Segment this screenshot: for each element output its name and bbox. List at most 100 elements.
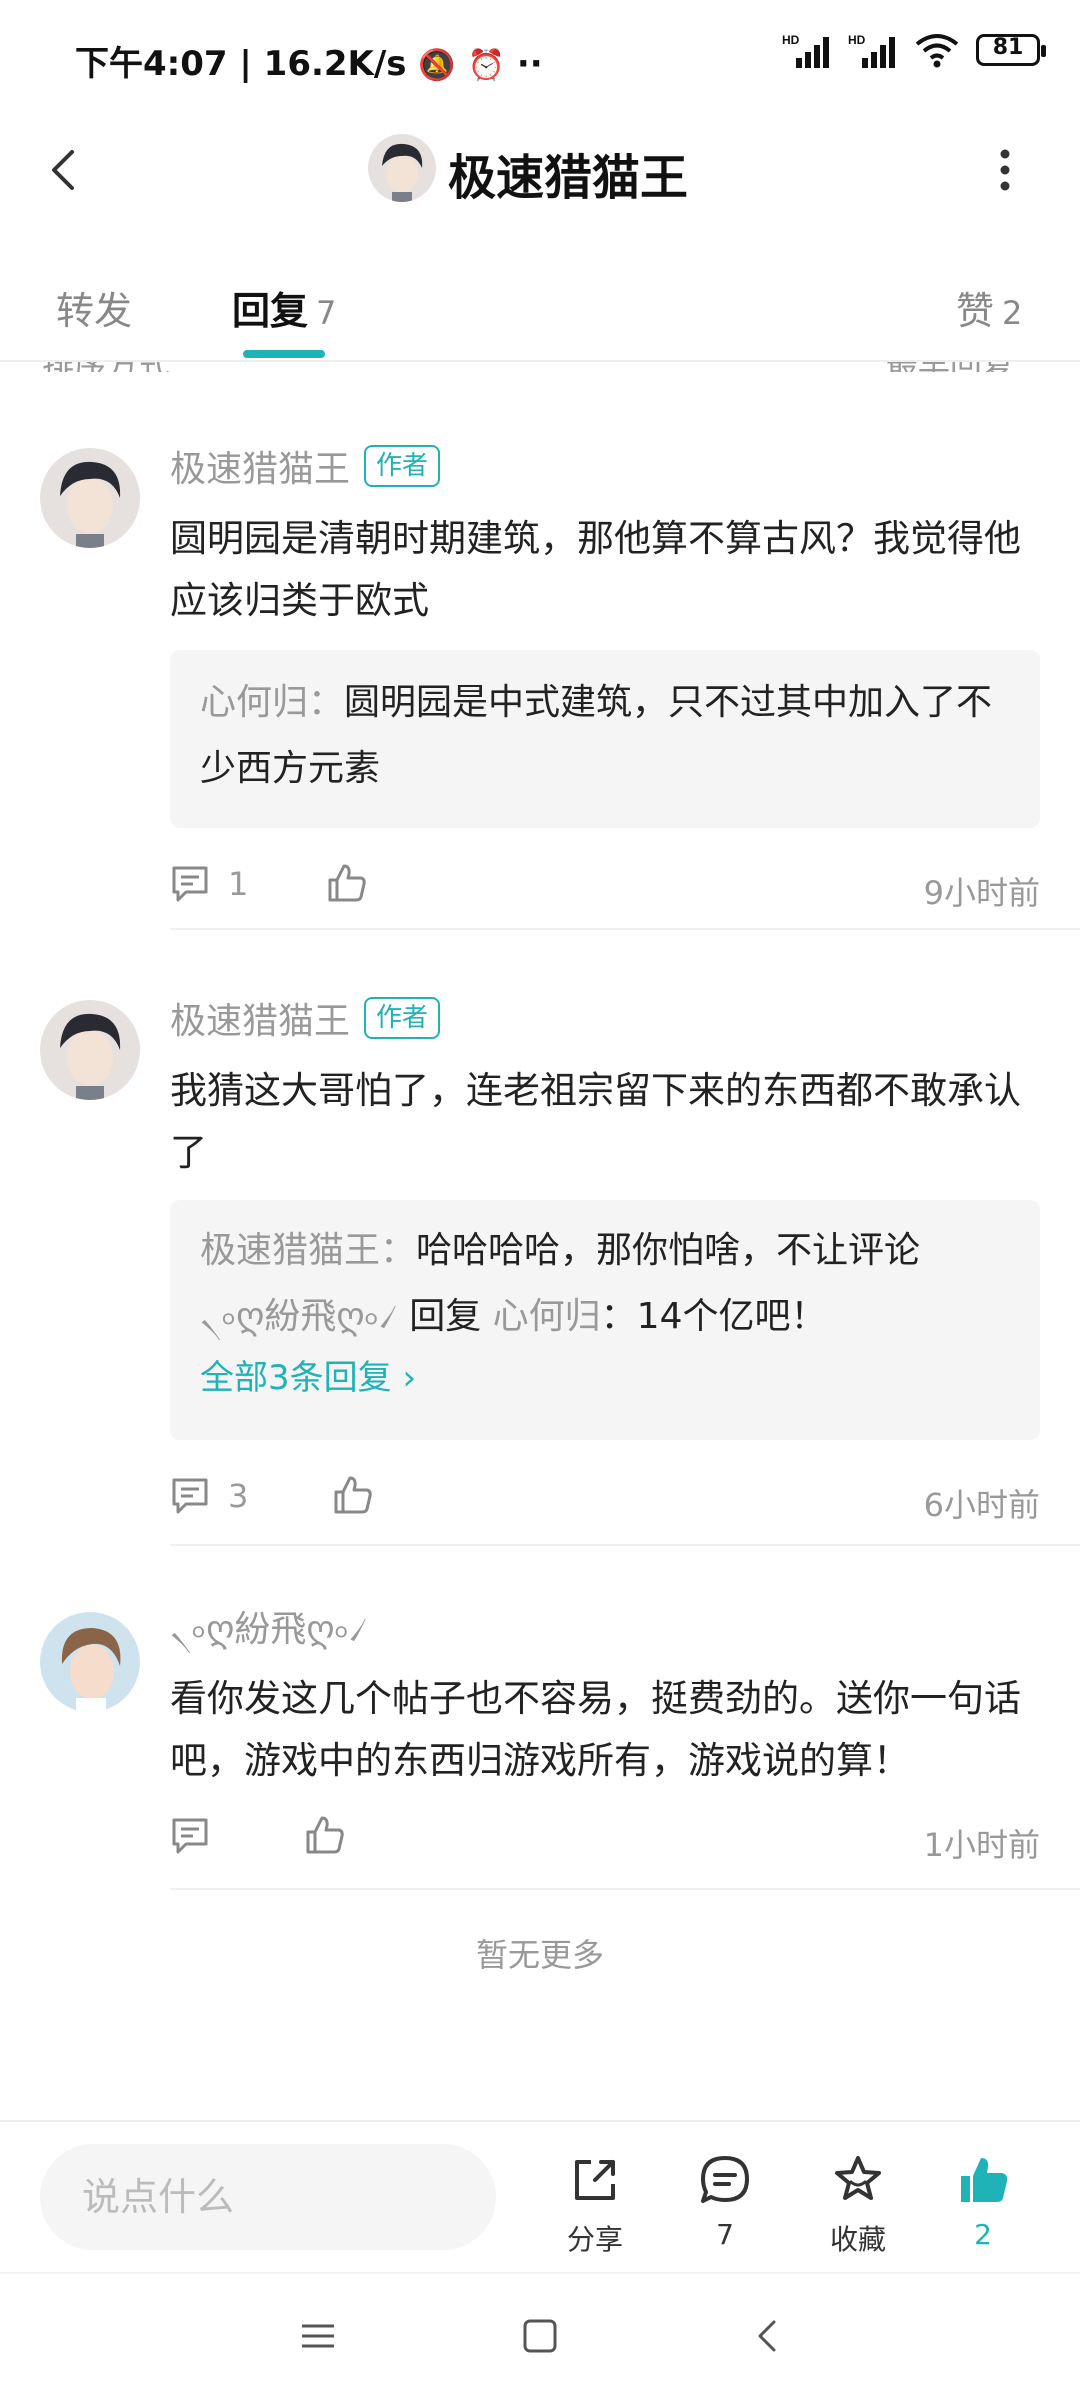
- home-icon[interactable]: [520, 2316, 560, 2356]
- status-icons: HD HD 81: [782, 32, 1046, 68]
- thumbs-up-icon: [328, 864, 366, 902]
- like-post-button[interactable]: 2: [928, 2152, 1038, 2251]
- more-options-button[interactable]: [980, 140, 1030, 200]
- comment-time: 9小时前: [923, 874, 1040, 912]
- comment-author[interactable]: 极速猎猫王 作者: [170, 440, 441, 492]
- back-nav-icon[interactable]: [748, 2316, 788, 2356]
- tab-likes[interactable]: 赞2: [956, 280, 1022, 335]
- reply-author[interactable]: ৲৹ღ紛飛ღ৹৴: [200, 1296, 398, 1337]
- reply-separator: ：: [380, 1230, 417, 1271]
- author-name: 极速猎猫王: [170, 1001, 351, 1042]
- reply-author[interactable]: 极速猎猫王: [200, 1230, 380, 1271]
- author-badge: 作者: [364, 445, 441, 487]
- comment-bubble-icon: [701, 2156, 749, 2203]
- comment-icon: [172, 866, 208, 902]
- status-time-speed: 下午4:07 | 16.2K/s 🔕 ⏰ ··: [75, 36, 543, 85]
- reply-button[interactable]: [170, 1816, 228, 1856]
- status-time: 下午4:07 | 16.2K/s: [75, 44, 407, 84]
- comment-actions: 1小时前: [170, 1810, 1040, 1870]
- tab-likes-count: 2: [1002, 294, 1023, 332]
- share-icon: [575, 2160, 615, 2200]
- thumbs-up-filled-icon: [961, 2158, 1008, 2202]
- reply-to-label: 回复: [397, 1296, 493, 1337]
- svg-text:HD: HD: [782, 33, 800, 47]
- divider: [170, 928, 1080, 930]
- tab-likes-label: 赞: [956, 289, 995, 333]
- battery-icon: 81: [976, 34, 1046, 66]
- status-bar: 下午4:07 | 16.2K/s 🔕 ⏰ ·· HD HD 81: [0, 0, 1080, 110]
- author-name: 极速猎猫王: [170, 449, 351, 490]
- more-vertical-icon: [1000, 149, 1010, 191]
- comments-button[interactable]: 7: [670, 2152, 780, 2251]
- menu-icon[interactable]: [298, 2316, 338, 2356]
- reply-button[interactable]: 3: [170, 1476, 248, 1516]
- sort-label: 排序方式: [42, 362, 170, 372]
- view-all-replies-link[interactable]: 全部3条回复 ›: [200, 1350, 1010, 1406]
- comment-time: 1小时前: [923, 1826, 1040, 1864]
- divider: [170, 1544, 1080, 1546]
- comment-text[interactable]: 我猜这大哥怕了，连老祖宗留下来的东西都不敢承认了: [170, 1060, 1040, 1184]
- reply-separator: ：: [600, 1296, 637, 1337]
- tab-bar: 转发 回复 7 赞2: [0, 250, 1080, 362]
- like-button[interactable]: [304, 1814, 346, 1860]
- back-arrow-icon: [52, 150, 74, 190]
- comments-count: 7: [716, 2218, 734, 2251]
- comment-author[interactable]: ৲৹ღ紛飛ღ৹৴: [170, 1600, 368, 1662]
- commenter-avatar[interactable]: [40, 1612, 140, 1712]
- comment-time: 6小时前: [923, 1486, 1040, 1524]
- avatar-portrait: [40, 448, 140, 548]
- mute-icon: 🔕: [418, 48, 456, 83]
- like-button[interactable]: [326, 862, 368, 908]
- signal-icon-2: HD: [848, 33, 895, 68]
- avatar-portrait: [40, 1000, 140, 1100]
- reply-target[interactable]: 心何归: [493, 1296, 601, 1337]
- share-button[interactable]: 分享: [540, 2152, 650, 2258]
- thumbs-up-icon: [334, 1476, 372, 1514]
- system-nav-bar: [0, 2272, 1080, 2402]
- back-button[interactable]: [36, 140, 96, 200]
- author-avatar[interactable]: [368, 134, 436, 202]
- comment-icon: [172, 1478, 208, 1514]
- comment-text[interactable]: 圆明园是清朝时期建筑，那他算不算古风？我觉得他应该归类于欧式: [170, 508, 1040, 632]
- commenter-avatar[interactable]: [40, 448, 140, 548]
- battery-level: 81: [992, 35, 1024, 60]
- svg-text:HD: HD: [848, 33, 866, 47]
- comment-actions: 3 6小时前: [170, 1470, 1040, 1530]
- tab-repost-label: 转发: [56, 289, 133, 333]
- star-icon: [835, 2156, 881, 2200]
- thumbs-up-icon: [306, 1816, 344, 1854]
- reply-author[interactable]: 心何归: [200, 682, 308, 723]
- header: 极速猎猫王: [0, 110, 1080, 230]
- favorite-label: 收藏: [829, 2223, 886, 2256]
- reply-preview[interactable]: 心何归：圆明园是中式建筑，只不过其中加入了不少西方元素: [170, 650, 1040, 828]
- author-badge: 作者: [364, 997, 441, 1039]
- sort-dropdown[interactable]: 最早回复 ˅: [886, 362, 1040, 372]
- no-more-label: 暂无更多: [475, 1936, 604, 1974]
- reply-separator: ：: [308, 682, 345, 723]
- comment-actions: 1 9小时前: [170, 858, 1040, 918]
- more-notifications-icon: ··: [516, 44, 543, 84]
- reply-button[interactable]: 1: [170, 864, 248, 904]
- reply-line: 极速猎猫王：哈哈哈哈，那你怕啥，不让评论: [200, 1218, 1010, 1284]
- wifi-icon: [915, 34, 959, 68]
- like-button[interactable]: [332, 1474, 374, 1520]
- tab-replies-label: 回复: [232, 289, 309, 333]
- tab-replies[interactable]: 回复 7: [232, 280, 336, 335]
- avatar-portrait: [40, 1612, 140, 1712]
- signal-icon: HD: [782, 33, 829, 68]
- comment-text[interactable]: 看你发这几个帖子也不容易，挺费劲的。送你一句话吧，游戏中的东西归游戏所有，游戏说…: [170, 1668, 1040, 1792]
- share-label: 分享: [566, 2223, 623, 2256]
- comment-item: ৲৹ღ紛飛ღ৹৴ 看你发这几个帖子也不容易，挺费劲的。送你一句话吧，游戏中的东西…: [0, 1600, 1080, 1890]
- reply-preview[interactable]: 极速猎猫王：哈哈哈哈，那你怕啥，不让评论 ৲৹ღ紛飛ღ৹৴ 回复 心何归：14个…: [170, 1200, 1040, 1440]
- comment-item: 极速猎猫王 作者 我猜这大哥怕了，连老祖宗留下来的东西都不敢承认了 极速猎猫王：…: [0, 992, 1080, 1547]
- comment-input[interactable]: 说点什么: [40, 2144, 496, 2250]
- active-tab-indicator: [243, 350, 325, 358]
- page-title: 极速猎猫王: [448, 150, 689, 206]
- favorite-button[interactable]: 收藏: [803, 2152, 913, 2258]
- commenter-avatar[interactable]: [40, 1000, 140, 1100]
- reply-line: ৲৹ღ紛飛ღ৹৴ 回复 心何归：14个亿吧！: [200, 1284, 1010, 1350]
- tab-repost[interactable]: 转发: [56, 280, 132, 335]
- reply-text: 哈哈哈哈，那你怕啥，不让评论: [416, 1230, 921, 1271]
- comment-author[interactable]: 极速猎猫王 作者: [170, 992, 441, 1044]
- comment-icon: [172, 1818, 208, 1854]
